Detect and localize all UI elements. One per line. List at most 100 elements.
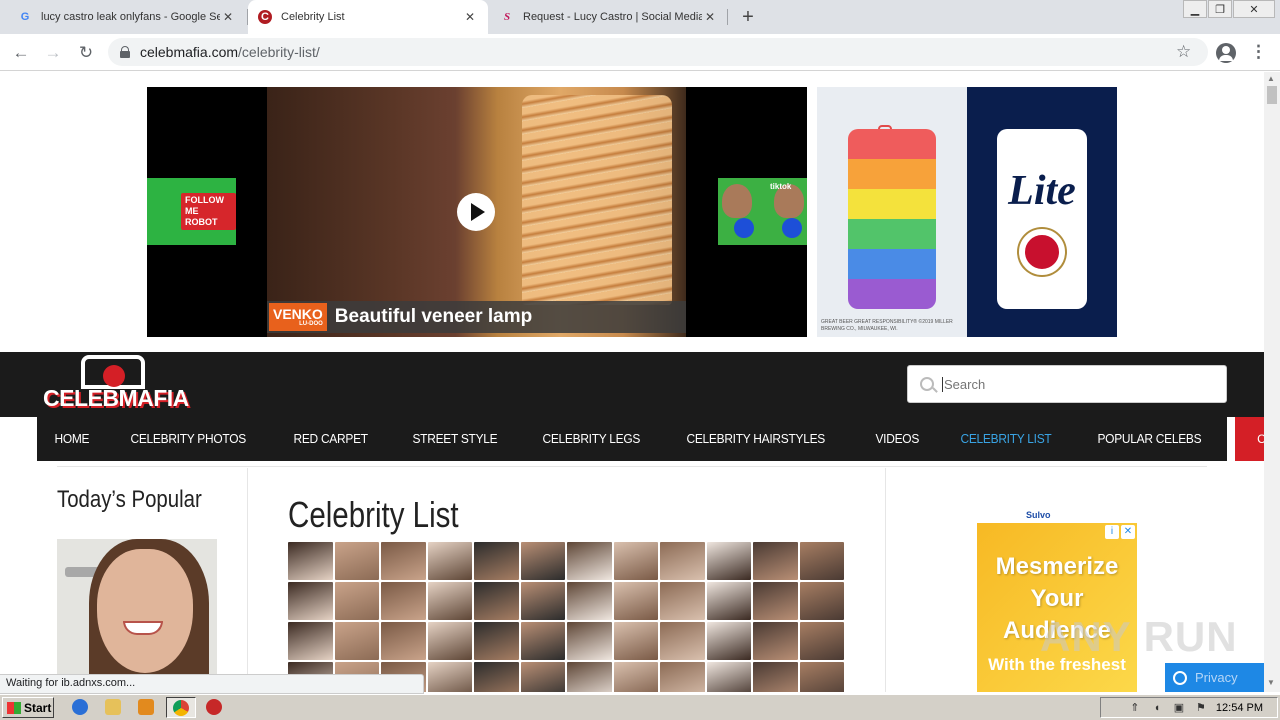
celebrity-thumbnail[interactable] — [613, 582, 658, 620]
restore-button[interactable]: ❐ — [1208, 0, 1232, 18]
ie-icon[interactable] — [72, 699, 88, 715]
search-input[interactable] — [942, 376, 1212, 392]
tab-request[interactable]: S Request - Lucy Castro | Social Media ✕ — [490, 0, 728, 34]
celebrity-thumbnail[interactable] — [427, 542, 472, 580]
nav-street-style[interactable]: STREET STYLE — [395, 417, 515, 461]
close-icon[interactable]: ✕ — [220, 10, 236, 24]
media-player-icon[interactable] — [138, 699, 154, 715]
celebrity-thumbnail[interactable] — [706, 542, 751, 580]
celebrity-thumbnail[interactable] — [753, 662, 798, 692]
adchoices[interactable]: i ✕ — [1105, 525, 1135, 539]
page-scrollbar[interactable]: ▲ ▼ — [1264, 72, 1280, 692]
flag-icon[interactable]: ⚑ — [1194, 702, 1208, 714]
celebrity-thumbnail[interactable] — [567, 542, 612, 580]
celebrity-thumbnail[interactable] — [334, 542, 379, 580]
celebrity-thumbnail[interactable] — [613, 542, 658, 580]
sidebar-ad[interactable]: i ✕ Mesmerize Your Audience With the fre… — [977, 523, 1137, 692]
celebrity-thumbnail[interactable] — [520, 582, 565, 620]
alert-icon[interactable] — [206, 699, 222, 715]
celebrity-thumbnail[interactable] — [288, 582, 333, 620]
nav-celebrity-style[interactable]: CELEBRITY STYLE — [1235, 417, 1264, 461]
minimize-button[interactable]: ▁ — [1183, 0, 1207, 18]
celebrity-thumbnail[interactable] — [706, 582, 751, 620]
popular-celeb-photo[interactable] — [57, 539, 217, 692]
celebrity-thumbnail[interactable] — [474, 582, 519, 620]
celebrity-thumbnail[interactable] — [427, 622, 472, 660]
ad-thumbnail-left[interactable]: FOLLOW ME ROBOT — [147, 178, 236, 245]
celebrity-thumbnail[interactable] — [474, 662, 519, 692]
nav-popular-celebs[interactable]: POPULAR CELEBS — [1080, 417, 1219, 461]
close-icon[interactable]: ✕ — [1121, 525, 1135, 539]
nav-home[interactable]: HOME — [37, 417, 107, 461]
celebrity-thumbnail[interactable] — [427, 582, 472, 620]
nav-celebrity-hairstyles[interactable]: CELEBRITY HAIRSTYLES — [669, 417, 842, 461]
video-ad[interactable]: FOLLOW ME ROBOT tiktok VENKO LU-DOO Beaut… — [147, 87, 807, 337]
celebrity-thumbnail[interactable] — [520, 662, 565, 692]
nav-red-carpet[interactable]: RED CARPET — [276, 417, 385, 461]
celebrity-thumbnail[interactable] — [613, 662, 658, 692]
celebrity-thumbnail[interactable] — [799, 622, 844, 660]
adchoices-icon[interactable]: i — [1105, 525, 1119, 539]
privacy-button[interactable]: Privacy — [1165, 663, 1264, 692]
play-icon[interactable] — [457, 193, 495, 231]
nav-celebrity-legs[interactable]: CELEBRITY LEGS — [525, 417, 658, 461]
network-icon[interactable]: ▣ — [1172, 702, 1186, 714]
celebrity-thumbnail[interactable] — [474, 622, 519, 660]
ad-thumbnail-right[interactable]: tiktok — [718, 178, 807, 245]
celebrity-thumbnail[interactable] — [334, 622, 379, 660]
celebrity-thumbnail[interactable] — [660, 582, 705, 620]
folder-icon[interactable] — [105, 699, 121, 715]
back-icon[interactable]: ← — [10, 42, 32, 64]
close-icon[interactable]: ✕ — [702, 10, 718, 24]
site-search[interactable] — [907, 365, 1227, 403]
close-icon[interactable]: ✕ — [462, 10, 478, 24]
bookmark-star-icon[interactable]: ☆ — [1176, 42, 1191, 62]
celebrity-thumbnail[interactable] — [660, 622, 705, 660]
celebrity-thumbnail[interactable] — [381, 622, 426, 660]
celebrity-thumbnail[interactable] — [520, 622, 565, 660]
profile-avatar-icon[interactable] — [1216, 43, 1236, 63]
reload-icon[interactable]: ↻ — [75, 42, 97, 64]
celebrity-thumbnail[interactable] — [613, 622, 658, 660]
address-bar[interactable]: celebmafia.com/celebrity-list/ — [108, 38, 1208, 66]
celebrity-thumbnail[interactable] — [520, 542, 565, 580]
celebrity-thumbnail[interactable] — [381, 542, 426, 580]
taskbar-chrome-button[interactable] — [166, 697, 196, 718]
scroll-down-icon[interactable]: ▼ — [1267, 678, 1275, 687]
celebrity-thumbnail[interactable] — [567, 582, 612, 620]
scroll-up-icon[interactable]: ▲ — [1267, 74, 1275, 83]
celebrity-thumbnail[interactable] — [753, 582, 798, 620]
start-button[interactable]: Start — [2, 697, 54, 718]
celebrity-thumbnail[interactable] — [706, 622, 751, 660]
nav-celebrity-photos[interactable]: CELEBRITY PHOTOS — [113, 417, 263, 461]
celebrity-thumbnail[interactable] — [334, 582, 379, 620]
celebrity-thumbnail[interactable] — [288, 622, 333, 660]
celebrity-thumbnail[interactable] — [474, 542, 519, 580]
celebrity-photo-mosaic[interactable] — [288, 542, 844, 692]
celebrity-thumbnail[interactable] — [799, 542, 844, 580]
new-tab-button[interactable]: + — [736, 5, 760, 29]
celebrity-thumbnail[interactable] — [567, 622, 612, 660]
tab-celebrity-list[interactable]: C Celebrity List ✕ — [248, 0, 488, 34]
nav-celebrity-list[interactable]: CELEBRITY LIST — [943, 417, 1069, 461]
scrollbar-thumb[interactable] — [1267, 86, 1277, 104]
celebrity-thumbnail[interactable] — [799, 662, 844, 692]
tray-arrow-icon[interactable]: ⇑ — [1128, 702, 1142, 714]
celebrity-thumbnail[interactable] — [660, 662, 705, 692]
celebrity-thumbnail[interactable] — [753, 542, 798, 580]
celebrity-thumbnail[interactable] — [706, 662, 751, 692]
tab-google-search[interactable]: G lucy castro leak onlyfans - Google Se … — [8, 0, 246, 34]
celebrity-thumbnail[interactable] — [660, 542, 705, 580]
celebrity-thumbnail[interactable] — [753, 622, 798, 660]
nav-videos[interactable]: VIDEOS — [858, 417, 937, 461]
volume-icon[interactable]: ◖ — [1150, 702, 1164, 714]
beer-ad[interactable]: GREAT BEER GREAT RESPONSIBILITY® ©2019 M… — [817, 87, 1117, 337]
celebmafia-logo[interactable]: CELEBMAFIA — [43, 353, 189, 417]
close-window-button[interactable]: ✕ — [1233, 0, 1275, 18]
celebrity-thumbnail[interactable] — [288, 542, 333, 580]
celebrity-thumbnail[interactable] — [799, 582, 844, 620]
forward-icon[interactable]: → — [42, 42, 64, 64]
celebrity-thumbnail[interactable] — [427, 662, 472, 692]
more-menu-icon[interactable]: ⋮ — [1250, 42, 1267, 62]
celebrity-thumbnail[interactable] — [567, 662, 612, 692]
